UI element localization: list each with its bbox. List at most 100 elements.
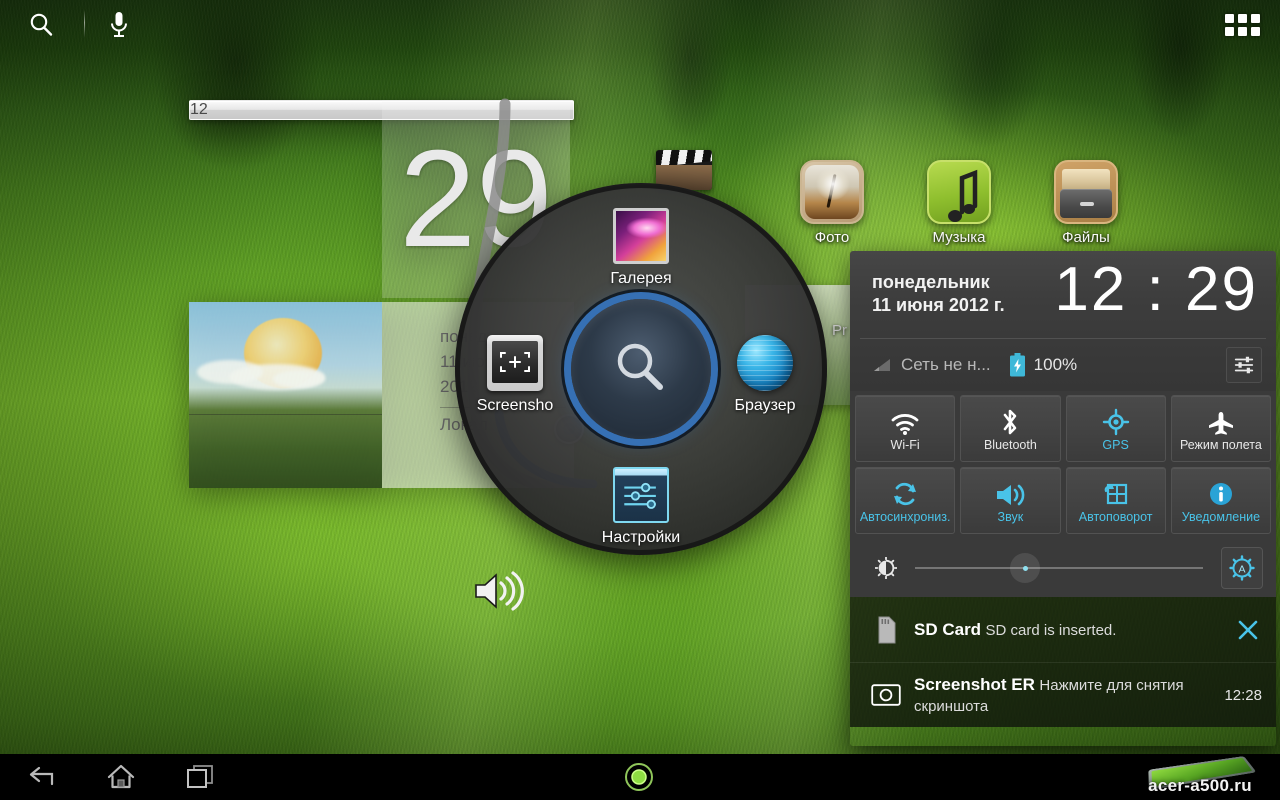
gps-icon [1101, 406, 1131, 436]
toggle-label: Wi-Fi [890, 437, 920, 452]
grid-cell [1237, 14, 1247, 23]
grid-cell [1237, 27, 1247, 36]
desktop-app-label-partial: Pr [832, 322, 847, 339]
notification-title: SD Card [914, 619, 982, 639]
toggle-autosync[interactable]: Автосинхрониз. [855, 467, 956, 534]
settings-sliders-icon [613, 467, 669, 523]
close-icon[interactable] [1234, 616, 1262, 644]
browser-globe-icon [737, 335, 793, 391]
desktop-app-label: Файлы [1062, 229, 1110, 246]
notification-time: 12:28 [1224, 686, 1262, 704]
toggle-label: Автоповорот [1078, 509, 1153, 524]
brightness-row: A [855, 539, 1271, 597]
pie-item-label: Браузер [734, 397, 796, 414]
quick-toggles: Wi-Fi Bluetooth GPS Режим полета Автосин… [850, 391, 1276, 597]
grid-cell [1250, 27, 1260, 36]
microphone-icon[interactable] [106, 10, 132, 40]
toggle-gps[interactable]: GPS [1065, 395, 1166, 462]
toggle-row-2: Автосинхрониз. Звук Автоповорот Уведомле… [855, 467, 1271, 534]
toggle-autorotate[interactable]: Автоповорот [1065, 467, 1166, 534]
screenshot-icon [487, 335, 543, 391]
toggle-label: Автосинхрониз. [859, 509, 951, 524]
toggle-sound[interactable]: Звук [960, 467, 1061, 534]
sync-icon [891, 478, 919, 508]
auto-rotate-icon [1102, 478, 1130, 508]
toggle-label: GPS [1102, 437, 1129, 452]
pie-item-label: Настройки [601, 529, 681, 546]
auto-brightness-icon[interactable]: A [1221, 547, 1263, 589]
widget-horizon-line [189, 414, 382, 415]
music-note-icon [927, 160, 991, 224]
grid-cell [1250, 14, 1260, 23]
notification-item-screenshot[interactable]: Screenshot ER Нажмите для снятия скриншо… [850, 662, 1276, 727]
toggle-notification[interactable]: Уведомление [1170, 467, 1271, 534]
file-drawer-icon [1054, 160, 1118, 224]
toggle-wifi[interactable]: Wi-Fi [855, 395, 956, 462]
grid-cell [1224, 27, 1234, 36]
statusbar-divider [84, 10, 85, 38]
pie-item-screenshot[interactable]: Screensho [460, 335, 570, 415]
svg-text:A: A [1238, 564, 1245, 576]
battery-percent-label: 100% [1033, 355, 1078, 374]
home-icon[interactable] [98, 760, 144, 794]
toggle-bluetooth[interactable]: Bluetooth [960, 395, 1061, 462]
toggle-row-1: Wi-Fi Bluetooth GPS Режим полета [855, 395, 1271, 462]
battery-charging-icon [1009, 353, 1026, 377]
pie-item-browser[interactable]: Браузер [710, 335, 820, 415]
bluetooth-icon [999, 406, 1021, 436]
desktop-app-label: Фото [814, 229, 850, 246]
navigation-bar: acer-a500.ru [0, 754, 1280, 800]
screenshot-screen [492, 341, 538, 383]
brightness-slider[interactable] [915, 553, 1203, 583]
search-magnifier-icon[interactable] [571, 299, 711, 439]
toggle-label: Режим полета [1179, 437, 1262, 452]
recent-apps-icon[interactable] [178, 760, 224, 794]
dandelion-photo-icon [800, 160, 864, 224]
watermark-text: acer-a500.ru [1148, 776, 1252, 795]
speaker-volume-icon [472, 570, 528, 612]
wifi-icon [890, 406, 920, 436]
grid-cell [1224, 14, 1234, 23]
network-status-label: Сеть не н... [901, 355, 991, 374]
notification-subtitle: SD card is inserted. [985, 621, 1117, 639]
sliders-settings-icon[interactable] [1226, 347, 1262, 383]
notification-list: SD Card SD card is inserted. Screenshot … [850, 597, 1276, 727]
desktop-app-music[interactable]: Музыка [911, 160, 1007, 246]
toggle-label: Уведомление [1181, 509, 1261, 524]
panel-header: понедельник 11 июня 2012 г. 12 : 29 Сеть… [850, 251, 1276, 391]
apps-grid-icon[interactable] [1224, 12, 1260, 38]
camera-icon [868, 684, 904, 706]
info-icon [1207, 478, 1235, 508]
pie-item-label: Галерея [610, 270, 672, 287]
notification-title: Screenshot ER [914, 674, 1035, 694]
pie-item-settings[interactable]: Настройки [586, 467, 696, 547]
desktop-app-label: Музыка [932, 229, 986, 246]
site-watermark: acer-a500.ru [1130, 754, 1270, 800]
desktop-app-files[interactable]: Файлы [1038, 160, 1134, 246]
notification-item-sd-card[interactable]: SD Card SD card is inserted. [850, 597, 1276, 662]
pie-item-label: Screensho [476, 397, 554, 414]
pie-item-gallery[interactable]: Галерея [586, 208, 696, 288]
panel-time: 12 : 29 [1054, 255, 1258, 324]
drawer-handle [1080, 202, 1094, 206]
status-bar [0, 0, 1280, 48]
panel-status-row: Сеть не н... 100% [850, 339, 1276, 391]
sound-icon [994, 478, 1026, 508]
brightness-icon [874, 556, 898, 580]
pie-trigger-icon[interactable] [622, 760, 656, 794]
notification-panel[interactable]: понедельник 11 июня 2012 г. 12 : 29 Сеть… [850, 251, 1276, 746]
sun-cloud-icon [189, 302, 382, 488]
brightness-slider-knob[interactable] [1010, 553, 1041, 583]
notification-body: Screenshot ER Нажмите для снятия скриншо… [904, 674, 1216, 717]
notification-body: SD Card SD card is inserted. [904, 619, 1234, 641]
panel-clock-row: понедельник 11 июня 2012 г. 12 : 29 [850, 251, 1276, 338]
back-arrow-icon[interactable] [18, 760, 64, 794]
sd-card-icon [868, 616, 904, 644]
signal-bars-icon [872, 357, 892, 373]
toggle-label: Bluetooth [983, 437, 1037, 452]
desktop-app-photo[interactable]: Фото [784, 160, 880, 246]
toggle-airplane[interactable]: Режим полета [1170, 395, 1271, 462]
search-icon[interactable] [28, 12, 56, 38]
gallery-icon [613, 208, 669, 264]
pie-launcher[interactable]: Галерея Браузер Настройки Screensho [455, 183, 827, 555]
